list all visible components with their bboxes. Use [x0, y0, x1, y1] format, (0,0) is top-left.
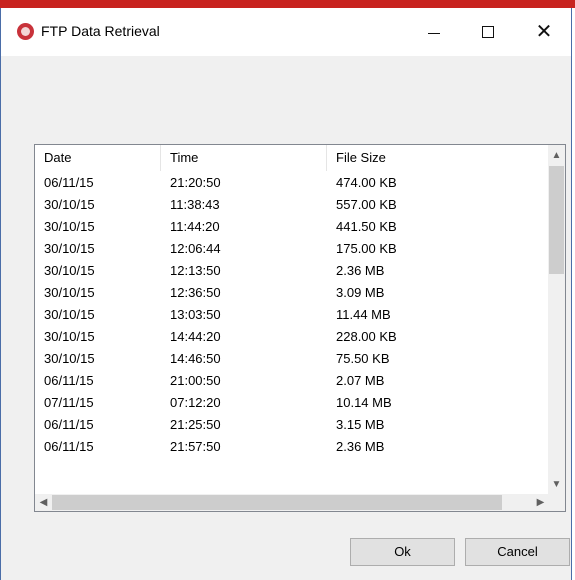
cell-time: 21:00:50 [170, 373, 221, 388]
list-rows: 06/11/15 21:20:50 474.00 KB 30/10/15 11:38:4… [35, 172, 549, 487]
window-title: FTP Data Retrieval [41, 23, 160, 39]
cell-time: 12:36:50 [170, 285, 221, 300]
cell-time: 07:12:20 [170, 395, 221, 410]
cell-file-size: 3.09 MB [336, 285, 385, 300]
cell-time: 14:46:50 [170, 351, 221, 366]
column-header-time[interactable]: Time [161, 145, 327, 171]
cell-date: 30/10/15 [44, 307, 95, 322]
scroll-up-icon[interactable]: ▲ [548, 147, 565, 164]
ok-button[interactable]: Ok [350, 538, 455, 566]
cell-file-size: 2.36 MB [336, 439, 385, 454]
minimize-icon [428, 32, 440, 34]
cell-time: 21:57:50 [170, 439, 221, 454]
cancel-button[interactable]: Cancel [465, 538, 570, 566]
list-item[interactable]: 30/10/15 12:36:50 3.09 MB [35, 282, 549, 304]
cell-file-size: 2.36 MB [336, 263, 385, 278]
list-item[interactable]: 30/10/15 14:46:50 75.50 KB [35, 348, 549, 370]
horizontal-scroll-thumb[interactable] [52, 495, 502, 510]
cell-date: 06/11/15 [44, 373, 94, 388]
vertical-scrollbar[interactable]: ▲ ▼ [548, 145, 565, 494]
scrollbar-corner [548, 494, 565, 511]
cell-time: 11:44:20 [170, 219, 220, 234]
cell-date: 30/10/15 [44, 241, 95, 256]
maximize-button[interactable] [465, 8, 511, 56]
top-accent-bar [0, 0, 575, 8]
list-item[interactable]: 06/11/15 21:57:50 2.36 MB [35, 436, 549, 458]
cell-date: 30/10/15 [44, 329, 95, 344]
close-button[interactable]: ✕ [521, 8, 567, 56]
cell-file-size: 2.07 MB [336, 373, 385, 388]
list-item[interactable]: 07/11/15 07:12:20 10.14 MB [35, 392, 549, 414]
cell-file-size: 228.00 KB [336, 329, 397, 344]
close-icon: ✕ [535, 21, 553, 43]
scroll-left-icon[interactable]: ◀ [35, 494, 52, 511]
cell-file-size: 557.00 KB [336, 197, 397, 212]
cell-date: 06/11/15 [44, 417, 94, 432]
cell-date: 30/10/15 [44, 197, 95, 212]
cell-time: 21:20:50 [170, 175, 221, 190]
maximize-icon [482, 26, 494, 38]
cell-date: 07/11/15 [44, 395, 94, 410]
list-item[interactable]: 06/11/15 21:20:50 474.00 KB [35, 172, 549, 194]
list-item[interactable]: 06/11/15 21:00:50 2.07 MB [35, 370, 549, 392]
cell-file-size: 441.50 KB [336, 219, 397, 234]
cell-time: 11:38:43 [170, 197, 220, 212]
minimize-button[interactable] [411, 8, 457, 56]
cell-time: 13:03:50 [170, 307, 221, 322]
cell-date: 06/11/15 [44, 439, 94, 454]
cell-date: 06/11/15 [44, 175, 94, 190]
cell-file-size: 474.00 KB [336, 175, 397, 190]
list-item[interactable]: 30/10/15 11:38:43 557.00 KB [35, 194, 549, 216]
cell-date: 30/10/15 [44, 263, 95, 278]
list-item[interactable]: 30/10/15 12:06:44 175.00 KB [35, 238, 549, 260]
dialog-window: FTP Data Retrieval ✕ Date Time File Size… [0, 8, 572, 580]
cell-date: 30/10/15 [44, 285, 95, 300]
file-list[interactable]: Date Time File Size 06/11/15 21:20:50 474.… [34, 144, 566, 512]
cell-file-size: 3.15 MB [336, 417, 385, 432]
list-item[interactable]: 30/10/15 14:44:20 228.00 KB [35, 326, 549, 348]
list-header: Date Time File Size [35, 145, 549, 171]
list-item[interactable]: 30/10/15 12:13:50 2.36 MB [35, 260, 549, 282]
horizontal-scrollbar[interactable]: ◀ ▶ [35, 494, 549, 511]
cell-file-size: 10.14 MB [336, 395, 392, 410]
title-bar[interactable]: FTP Data Retrieval ✕ [1, 8, 571, 56]
list-item[interactable]: 30/10/15 13:03:50 11.44 MB [35, 304, 549, 326]
cell-time: 12:13:50 [170, 263, 221, 278]
scroll-right-icon[interactable]: ▶ [532, 494, 549, 511]
cell-time: 12:06:44 [170, 241, 221, 256]
cell-date: 30/10/15 [44, 351, 95, 366]
list-item[interactable]: 06/11/15 21:25:50 3.15 MB [35, 414, 549, 436]
cell-time: 14:44:20 [170, 329, 221, 344]
cell-time: 21:25:50 [170, 417, 221, 432]
scroll-down-icon[interactable]: ▼ [548, 476, 565, 493]
column-header-file-size[interactable]: File Size [327, 145, 549, 171]
vertical-scroll-thumb[interactable] [549, 166, 564, 274]
list-item[interactable]: 30/10/15 11:44:20 441.50 KB [35, 216, 549, 238]
cell-file-size: 75.50 KB [336, 351, 390, 366]
app-icon [17, 23, 34, 40]
column-header-date[interactable]: Date [35, 145, 161, 171]
cell-file-size: 175.00 KB [336, 241, 397, 256]
cell-date: 30/10/15 [44, 219, 95, 234]
cell-file-size: 11.44 MB [336, 307, 391, 322]
